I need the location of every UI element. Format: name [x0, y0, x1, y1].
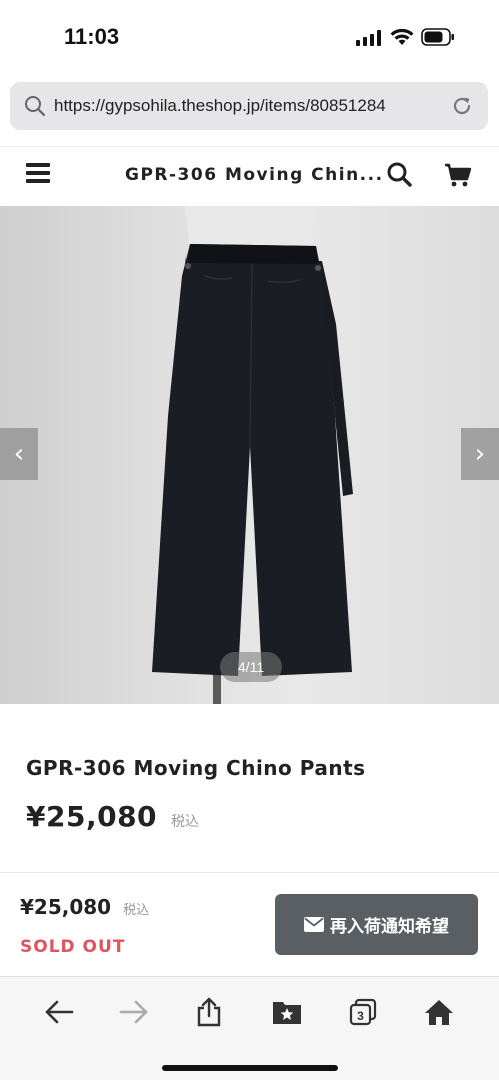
next-image-button[interactable]: ›	[461, 428, 499, 480]
purchase-tax-label: 税込	[123, 903, 150, 918]
tabs-count: 3	[357, 1009, 364, 1023]
site-header: GPR-306 Moving Chin...	[0, 146, 499, 206]
product-image[interactable]: ‹ › 4/11	[0, 206, 499, 704]
cart-icon[interactable]	[444, 162, 472, 188]
status-time: 11:03	[64, 24, 120, 49]
menu-icon[interactable]	[26, 163, 50, 187]
purchase-price: ¥25,080	[20, 895, 112, 919]
url-text[interactable]: https://gypsohila.theshop.jp/items/80851…	[54, 96, 386, 116]
restock-notify-button[interactable]: 再入荷通知希望	[275, 894, 478, 955]
home-indicator	[162, 1065, 338, 1071]
search-icon	[25, 96, 46, 117]
pants-photo	[152, 206, 353, 704]
image-counter: 4/11	[220, 652, 282, 682]
previous-image-button[interactable]: ‹	[0, 428, 38, 480]
chevron-left-icon: ‹	[13, 439, 25, 469]
product-name: GPR-306 Moving Chino Pants	[26, 756, 366, 780]
reload-icon[interactable]	[450, 94, 474, 118]
cellular-signal-icon	[356, 30, 381, 46]
battery-icon	[421, 28, 454, 46]
sold-out-label: SOLD OUT	[20, 937, 126, 957]
browser-toolbar: 3	[0, 976, 499, 1080]
home-button[interactable]	[422, 995, 456, 1029]
bookmarks-button[interactable]	[270, 995, 304, 1029]
tabs-button[interactable]: 3	[346, 995, 380, 1029]
restock-notify-label: 再入荷通知希望	[330, 917, 449, 937]
bookmarks-icon	[273, 1002, 301, 1024]
tabs-icon: 3	[349, 998, 377, 1026]
share-icon	[197, 997, 221, 1027]
address-bar[interactable]: https://gypsohila.theshop.jp/items/80851…	[10, 82, 488, 130]
purchase-bar: ¥25,080 税込 SOLD OUT 再入荷通知希望	[0, 872, 499, 976]
forward-button[interactable]	[117, 995, 151, 1029]
product-price: ¥25,080	[26, 800, 158, 833]
wifi-icon	[390, 28, 414, 45]
mail-icon	[304, 917, 324, 932]
purchase-price-row: ¥25,080 税込	[20, 895, 149, 919]
back-button[interactable]	[42, 995, 76, 1029]
tax-label: 税込	[171, 814, 200, 830]
forward-arrow-icon	[119, 1000, 148, 1024]
header-title: GPR-306 Moving Chin...	[125, 165, 384, 185]
search-icon[interactable]	[386, 161, 412, 187]
status-bar: 11:03	[0, 0, 499, 72]
price-row: ¥25,080 税込	[26, 800, 199, 833]
home-icon	[425, 1000, 453, 1025]
back-arrow-icon	[45, 1000, 74, 1024]
chevron-right-icon: ›	[474, 439, 486, 469]
share-button[interactable]	[192, 995, 226, 1029]
